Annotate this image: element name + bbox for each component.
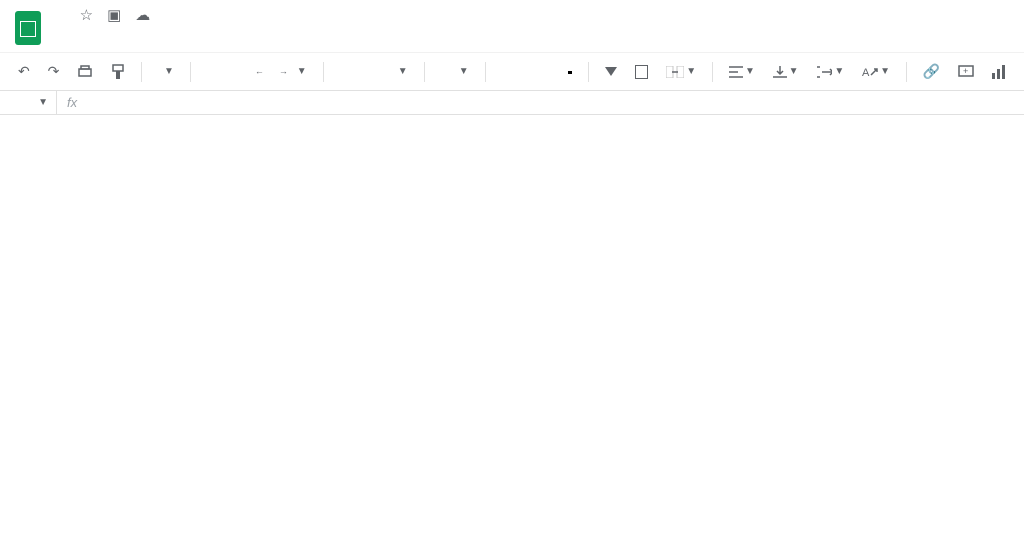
- format-currency-button[interactable]: [201, 68, 217, 76]
- menu-tools[interactable]: [152, 26, 166, 34]
- increase-decimal-button[interactable]: →: [267, 68, 283, 76]
- fill-color-button[interactable]: [599, 63, 623, 80]
- insert-link-button[interactable]: 🔗: [917, 59, 946, 84]
- menu-file[interactable]: [56, 26, 70, 34]
- chevron-down-icon: ▼: [398, 66, 408, 77]
- menu-edit[interactable]: [72, 26, 86, 34]
- redo-button[interactable]: ↷: [42, 59, 66, 84]
- menu-format[interactable]: [120, 26, 134, 34]
- chevron-down-icon: ▼: [834, 66, 844, 77]
- format-percent-button[interactable]: [223, 68, 239, 76]
- chevron-down-icon: ▼: [38, 97, 48, 108]
- menu-help[interactable]: [184, 26, 198, 34]
- paint-format-button[interactable]: [105, 60, 131, 84]
- doc-title[interactable]: [56, 14, 64, 18]
- chevron-down-icon: ▼: [297, 66, 307, 77]
- text-rotation-button[interactable]: A▼: [856, 61, 896, 83]
- menu-view[interactable]: [88, 26, 102, 34]
- insert-chart-button[interactable]: [986, 61, 1012, 83]
- sheets-logo[interactable]: [8, 8, 48, 48]
- borders-button[interactable]: [629, 61, 655, 83]
- cloud-icon[interactable]: ☁: [135, 6, 150, 24]
- strikethrough-button[interactable]: [540, 68, 556, 76]
- vertical-align-button[interactable]: ▼: [767, 62, 805, 82]
- font-family-select[interactable]: ▼: [334, 62, 414, 81]
- last-edit-link[interactable]: [210, 26, 224, 34]
- merge-cells-button[interactable]: ▼: [660, 62, 702, 82]
- chevron-down-icon: ▼: [459, 66, 469, 77]
- move-icon[interactable]: ▣: [107, 6, 121, 24]
- menu-data[interactable]: [136, 26, 150, 34]
- chevron-down-icon: ▼: [164, 66, 174, 77]
- chevron-down-icon: ▼: [789, 66, 799, 77]
- svg-text:A: A: [862, 67, 870, 79]
- decrease-decimal-button[interactable]: ←: [245, 68, 261, 76]
- insert-comment-button[interactable]: +: [952, 61, 980, 83]
- horizontal-align-button[interactable]: ▼: [723, 62, 761, 82]
- print-button[interactable]: [71, 61, 99, 83]
- chevron-down-icon: ▼: [745, 66, 755, 77]
- chevron-down-icon: ▼: [686, 66, 696, 77]
- undo-button[interactable]: ↶: [12, 59, 36, 84]
- fx-icon: fx: [56, 91, 87, 114]
- text-wrap-button[interactable]: ▼: [811, 62, 851, 82]
- font-size-select[interactable]: ▼: [435, 62, 475, 81]
- text-color-button[interactable]: [562, 68, 578, 76]
- svg-text:+: +: [963, 66, 968, 76]
- zoom-select[interactable]: ▼: [152, 62, 180, 81]
- star-icon[interactable]: ☆: [80, 6, 93, 24]
- menu-extensions[interactable]: [168, 26, 182, 34]
- chevron-down-icon: ▼: [880, 66, 890, 77]
- name-box[interactable]: ▼: [0, 97, 56, 108]
- more-formats-button[interactable]: ▼: [289, 62, 313, 81]
- bold-button[interactable]: [496, 68, 512, 76]
- italic-button[interactable]: [518, 68, 534, 76]
- menu-insert[interactable]: [104, 26, 118, 34]
